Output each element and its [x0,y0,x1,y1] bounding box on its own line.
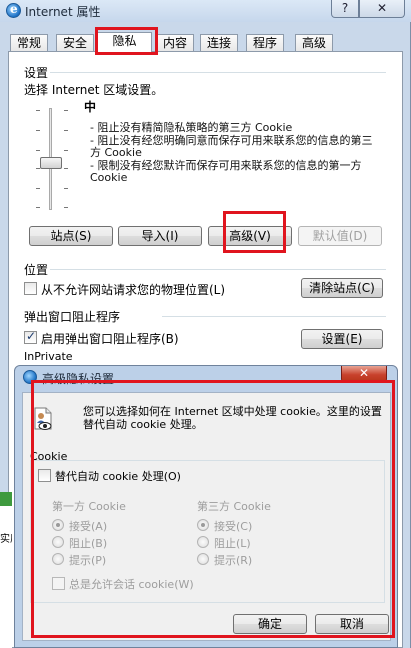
tab-general[interactable]: 常规 [10,34,48,52]
tab-advanced[interactable]: 高级 [295,34,333,52]
privacy-level-title: 中 [84,100,97,114]
third-party-block-radio[interactable] [197,536,209,548]
divider [50,72,386,73]
tab-privacy[interactable]: 隐私 [97,32,152,53]
description-line: - 阻止没有经您明确同意而保存可用来联系您的信息的第三方 Cookie [90,133,373,159]
tab-connections[interactable]: 连接 [200,34,238,52]
override-cookie-handling-label[interactable]: 替代自动 cookie 处理(O) [55,468,181,484]
third-party-prompt-radio[interactable] [197,553,209,565]
import-button[interactable]: 导入(I) [118,226,202,246]
slider-tick [36,207,40,208]
cookie-group-box: 替代自动 cookie 处理(O) 第一方 Cookie 接受(A) 阻止(B)… [30,460,385,603]
slider-tick [36,110,40,111]
inprivate-header: InPrivate [24,350,73,363]
override-cookie-handling-checkbox[interactable] [38,469,51,482]
slider-tick [64,188,68,189]
popup-settings-button[interactable]: 设置(E) [301,329,383,349]
tab-content[interactable]: 内容 [156,34,194,52]
location-header: 位置 [24,263,49,277]
background-window-strip: 实质 [0,492,12,648]
first-party-accept-label[interactable]: 接受(A) [69,518,107,534]
third-party-accept-label[interactable]: 接受(C) [214,518,252,534]
third-party-cookie-header: 第三方 Cookie [197,500,271,513]
first-party-accept-radio[interactable] [52,519,64,531]
popup-blocker-header: 弹出窗口阻止程序 [24,310,121,324]
tab-security[interactable]: 安全 [56,34,94,52]
help-button[interactable]: ? [331,0,359,18]
slider-tick [64,110,68,111]
dialog-title-bar: 高级隐私设置 ✕ [15,366,397,388]
never-allow-location-label[interactable]: 从不允许网站请求您的物理位置(L) [41,281,225,298]
privacy-document-icon [34,407,52,430]
slider-tick [64,130,68,131]
advanced-button[interactable]: 高级(V) [208,226,292,246]
internet-explorer-icon: e [6,2,21,18]
window-title: Internet 属性 [25,5,101,19]
sites-button[interactable]: 站点(S) [29,226,113,246]
description-line: - 限制没有经您默许而保存可用来联系您的信息的第一方 Cookie [90,158,362,184]
third-party-prompt-label[interactable]: 提示(R) [214,552,252,568]
dialog-close-button[interactable]: ✕ [341,366,387,383]
ok-button[interactable]: 确定 [233,614,307,634]
slider-tick [64,168,68,169]
close-button[interactable]: ✕ [359,0,405,18]
description-line: - 阻止没有精简隐私策略的第三方 Cookie [90,121,293,134]
first-party-block-label[interactable]: 阻止(B) [69,535,107,551]
settings-header: 设置 [24,66,49,80]
privacy-level-description: - 阻止没有精简隐私策略的第三方 Cookie - 阻止没有经您明确同意而保存可… [90,121,380,185]
background-text-fragment: 实质 [0,534,12,545]
third-party-accept-radio[interactable] [197,519,209,531]
always-allow-session-cookies-label[interactable]: 总是允许会话 cookie(W) [69,576,194,592]
divider [50,269,386,270]
slider-tick [36,188,40,189]
default-button[interactable]: 默认值(D) [298,226,382,246]
slider-tick [36,130,40,131]
divider [162,316,386,317]
internet-options-window: e Internet 属性 ? ✕ 常规 安全 隐私 内容 连接 程序 高级 设… [0,0,411,648]
dialog-body: 您可以选择如何在 Internet 区域中处理 cookie。这里的设置替代自动… [22,392,391,641]
background-green-bar [0,492,12,506]
enable-popup-blocker-checkbox[interactable] [24,329,37,344]
clear-sites-button[interactable]: 清除站点(C) [301,278,383,298]
dialog-title: 高级隐私设置 [42,372,115,386]
slider-tick [36,150,40,151]
zone-instruction: 选择 Internet 区域设置。 [24,83,164,97]
slider-tick [64,150,68,151]
cancel-button[interactable]: 取消 [315,614,389,634]
always-allow-session-cookies-checkbox[interactable] [52,577,65,590]
enable-popup-blocker-label[interactable]: 启用弹出窗口阻止程序(B) [41,330,179,347]
title-bar: e Internet 属性 ? ✕ [0,0,411,22]
third-party-block-label[interactable]: 阻止(L) [214,535,251,551]
tab-strip: 常规 安全 隐私 内容 连接 程序 高级 [8,32,403,53]
privacy-level-slider-thumb[interactable] [40,157,62,169]
first-party-prompt-label[interactable]: 提示(P) [69,552,106,568]
advanced-privacy-settings-dialog: 高级隐私设置 ✕ 您可以选择如何在 Internet 区域中处理 cookie。… [14,365,398,648]
first-party-cookie-header: 第一方 Cookie [52,500,126,513]
first-party-prompt-radio[interactable] [52,553,64,565]
never-allow-location-checkbox[interactable] [24,282,37,295]
slider-tick [64,207,68,208]
dialog-intro-text: 您可以选择如何在 Internet 区域中处理 cookie。这里的设置替代自动… [83,405,382,431]
tab-programs[interactable]: 程序 [246,34,284,52]
internet-explorer-icon [23,370,37,384]
first-party-block-radio[interactable] [52,536,64,548]
